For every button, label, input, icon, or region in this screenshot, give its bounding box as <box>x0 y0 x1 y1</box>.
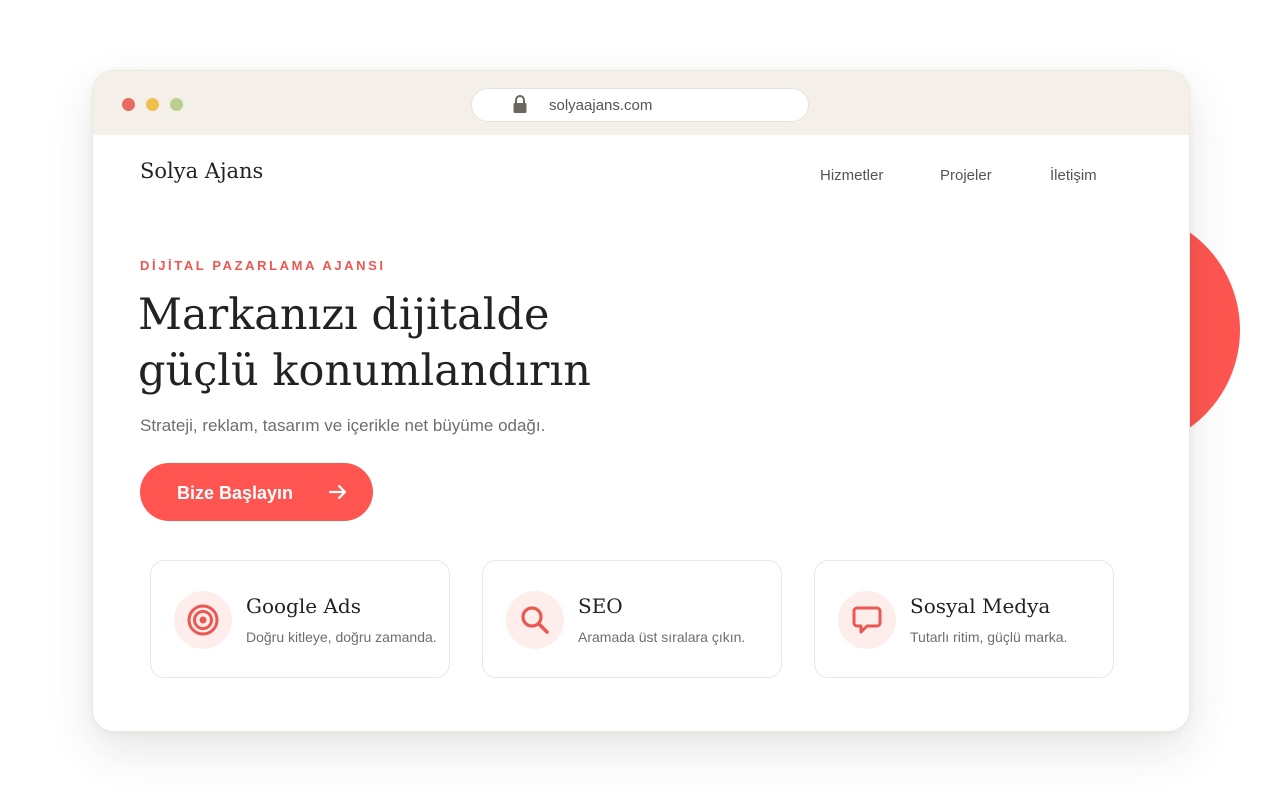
service-icon-badge <box>174 591 232 649</box>
minimize-window-button[interactable] <box>146 98 159 111</box>
get-started-button[interactable]: Bize Başlayın <box>140 463 373 521</box>
hero-subtext: Strateji, reklam, tasarım ve içerikle ne… <box>140 416 546 435</box>
nav-link-projeler[interactable]: Projeler <box>940 167 992 184</box>
browser-window: solyaajans.com Solya Ajans Hizmetler Pro… <box>92 70 1190 732</box>
arrow-right-icon <box>328 484 347 500</box>
service-title: SEO <box>578 594 623 618</box>
service-card-google-ads[interactable]: Google Ads Doğru kitleye, doğru zamanda. <box>150 560 450 678</box>
hero-eyebrow: DİJİTAL PAZARLAMA AJANSI <box>140 258 386 273</box>
get-started-label: Bize Başlayın <box>177 483 294 503</box>
nav-link-iletisim[interactable]: İletişim <box>1050 167 1097 184</box>
address-bar[interactable]: solyaajans.com <box>471 88 809 122</box>
service-description: Aramada üst sıralara çıkın. <box>578 629 746 645</box>
service-title: Google Ads <box>246 594 361 618</box>
service-card-seo[interactable]: SEO Aramada üst sıralara çıkın. <box>482 560 782 678</box>
chat-bubble-icon <box>852 606 882 634</box>
lock-icon <box>513 95 527 113</box>
service-title: Sosyal Medya <box>910 594 1051 618</box>
hero-headline-line-2: güçlü konumlandırın <box>138 346 591 396</box>
hero-headline: Markanızı dijitalde güçlü konumlandırın <box>138 287 658 399</box>
target-icon <box>187 604 219 636</box>
hero-headline-line-1: Markanızı dijitalde <box>138 290 550 340</box>
service-description: Tutarlı ritim, güçlü marka. <box>910 629 1068 645</box>
service-card-social-media[interactable]: Sosyal Medya Tutarlı ritim, güçlü marka. <box>814 560 1114 678</box>
nav-link-hizmetler[interactable]: Hizmetler <box>820 167 883 184</box>
maximize-window-button[interactable] <box>170 98 183 111</box>
close-window-button[interactable] <box>122 98 135 111</box>
page: solyaajans.com Solya Ajans Hizmetler Pro… <box>0 0 1280 800</box>
browser-toolbar: solyaajans.com <box>93 71 1189 135</box>
site-logo[interactable]: Solya Ajans <box>140 159 263 183</box>
search-icon <box>521 606 549 634</box>
service-description: Doğru kitleye, doğru zamanda. <box>246 629 437 645</box>
service-icon-badge <box>838 591 896 649</box>
service-icon-badge <box>506 591 564 649</box>
url-text: solyaajans.com <box>549 97 653 114</box>
